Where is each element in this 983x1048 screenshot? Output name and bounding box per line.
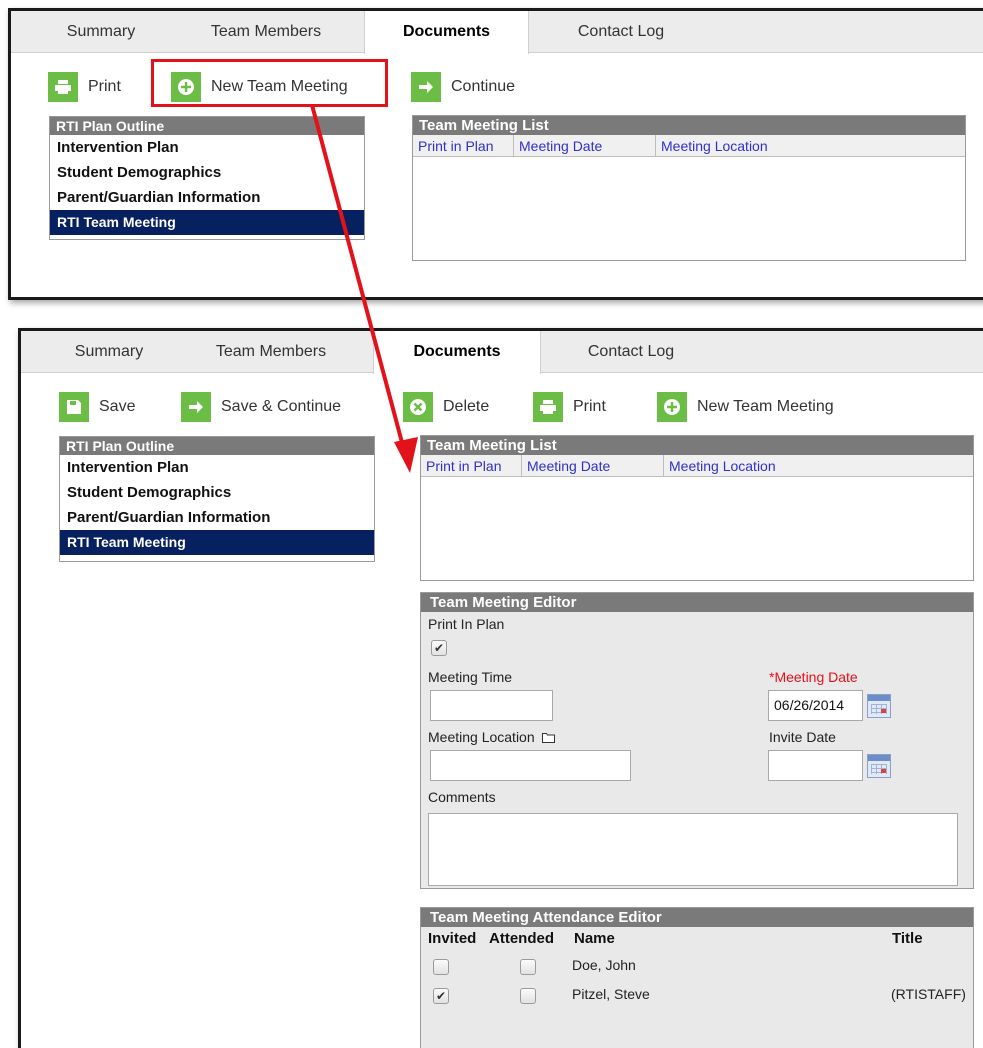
attended-checkbox[interactable]: [520, 959, 536, 975]
print-in-plan-checkbox[interactable]: ✔: [431, 640, 447, 656]
meeting-location-input[interactable]: [430, 750, 631, 781]
tab-bar: Summary Team Members Documents Contact L…: [21, 331, 983, 374]
calendar-icon[interactable]: [867, 754, 891, 778]
meeting-time-label: Meeting Time: [428, 669, 513, 685]
save-continue-button[interactable]: Save & Continue: [181, 392, 341, 422]
meeting-time-input[interactable]: [430, 690, 553, 721]
list-column-headers: Print in Plan Meeting Date Meeting Locat…: [413, 135, 965, 157]
meeting-location-text: Meeting Location: [428, 729, 535, 745]
top-screenshot-panel: Summary Team Members Documents Contact L…: [8, 8, 983, 300]
list-header: Team Meeting List: [413, 116, 965, 135]
attendee-title: (RTISTAFF): [891, 986, 966, 1002]
delete-icon: [403, 392, 433, 422]
col-print-in-plan[interactable]: Print in Plan: [421, 455, 522, 477]
outline-item-rti-team-meeting[interactable]: RTI Team Meeting: [60, 530, 374, 555]
comments-textarea[interactable]: [428, 813, 958, 886]
outline-item-intervention-plan[interactable]: Intervention Plan: [50, 135, 364, 160]
invite-date-input[interactable]: [768, 750, 863, 781]
attendance-editor: Team Meeting Attendance Editor Invited A…: [420, 907, 974, 1048]
outline-item-student-demographics[interactable]: Student Demographics: [50, 160, 364, 185]
attended-checkbox[interactable]: [520, 988, 536, 1004]
annotation-highlight-box: [151, 59, 388, 107]
outline-header: RTI Plan Outline: [60, 437, 374, 455]
col-attended: Attended: [489, 930, 554, 947]
team-meeting-list: Team Meeting List Print in Plan Meeting …: [412, 115, 966, 261]
attendance-header: Team Meeting Attendance Editor: [421, 908, 973, 927]
outline-item-parent-guardian[interactable]: Parent/Guardian Information: [60, 505, 374, 530]
print-label: Print: [573, 398, 606, 415]
arrow-right-icon: [411, 72, 441, 102]
col-print-in-plan[interactable]: Print in Plan: [413, 135, 514, 157]
new-team-meeting-label: New Team Meeting: [697, 398, 834, 415]
team-meeting-editor: Team Meeting Editor Print In Plan ✔ Meet…: [420, 592, 974, 889]
col-meeting-date[interactable]: Meeting Date: [522, 455, 664, 477]
meeting-date-input[interactable]: 06/26/2014: [768, 690, 863, 721]
rti-plan-outline: RTI Plan Outline Intervention Plan Stude…: [49, 116, 365, 240]
save-label: Save: [99, 398, 136, 415]
col-name: Name: [574, 930, 615, 947]
tab-team-members[interactable]: Team Members: [191, 11, 341, 53]
col-meeting-location[interactable]: Meeting Location: [656, 135, 965, 157]
delete-label: Delete: [443, 398, 490, 415]
attendee-name: Doe, John: [572, 957, 636, 973]
tab-team-members[interactable]: Team Members: [191, 331, 351, 373]
outline-item-intervention-plan[interactable]: Intervention Plan: [60, 455, 374, 480]
new-team-meeting-button[interactable]: New Team Meeting: [657, 392, 834, 422]
comments-label: Comments: [428, 789, 496, 805]
attendee-name: Pitzel, Steve: [572, 986, 650, 1002]
folder-icon[interactable]: [541, 732, 556, 743]
tab-bar: Summary Team Members Documents Contact L…: [11, 11, 983, 54]
print-label: Print: [88, 78, 121, 95]
tab-summary[interactable]: Summary: [51, 11, 151, 53]
bottom-screenshot-panel: Summary Team Members Documents Contact L…: [18, 328, 983, 1048]
continue-label: Continue: [451, 78, 516, 95]
tab-documents[interactable]: Documents: [373, 331, 541, 374]
col-meeting-location[interactable]: Meeting Location: [664, 455, 973, 477]
outline-item-student-demographics[interactable]: Student Demographics: [60, 480, 374, 505]
team-meeting-list: Team Meeting List Print in Plan Meeting …: [420, 435, 974, 581]
meeting-date-label: *Meeting Date: [769, 669, 858, 685]
tab-contact-log[interactable]: Contact Log: [556, 11, 686, 53]
print-icon: [533, 392, 563, 422]
list-column-headers: Print in Plan Meeting Date Meeting Locat…: [421, 455, 973, 477]
tab-summary[interactable]: Summary: [59, 331, 159, 373]
editor-header: Team Meeting Editor: [421, 593, 973, 612]
arrow-right-icon: [181, 392, 211, 422]
save-button[interactable]: Save: [59, 392, 135, 422]
tab-contact-log[interactable]: Contact Log: [566, 331, 696, 373]
col-title: Title: [892, 930, 923, 947]
meeting-location-label: Meeting Location: [428, 729, 556, 745]
save-icon: [59, 392, 89, 422]
print-button[interactable]: Print: [48, 72, 121, 102]
list-header: Team Meeting List: [421, 436, 973, 455]
print-icon: [48, 72, 78, 102]
calendar-icon[interactable]: [867, 694, 891, 718]
invited-checkbox[interactable]: [433, 959, 449, 975]
save-continue-label: Save & Continue: [221, 398, 342, 415]
tab-documents[interactable]: Documents: [364, 11, 529, 54]
plus-circle-icon: [657, 392, 687, 422]
print-button[interactable]: Print: [533, 392, 606, 422]
print-in-plan-label: Print In Plan: [428, 616, 505, 632]
col-invited: Invited: [428, 930, 477, 947]
rti-plan-outline: RTI Plan Outline Intervention Plan Stude…: [59, 436, 375, 562]
delete-button[interactable]: Delete: [403, 392, 489, 422]
outline-item-parent-guardian[interactable]: Parent/Guardian Information: [50, 185, 364, 210]
invite-date-label: Invite Date: [769, 729, 836, 745]
outline-item-rti-team-meeting[interactable]: RTI Team Meeting: [50, 210, 364, 235]
col-meeting-date[interactable]: Meeting Date: [514, 135, 656, 157]
continue-button[interactable]: Continue: [411, 72, 515, 102]
invited-checkbox[interactable]: ✔: [433, 988, 449, 1004]
outline-header: RTI Plan Outline: [50, 117, 364, 135]
